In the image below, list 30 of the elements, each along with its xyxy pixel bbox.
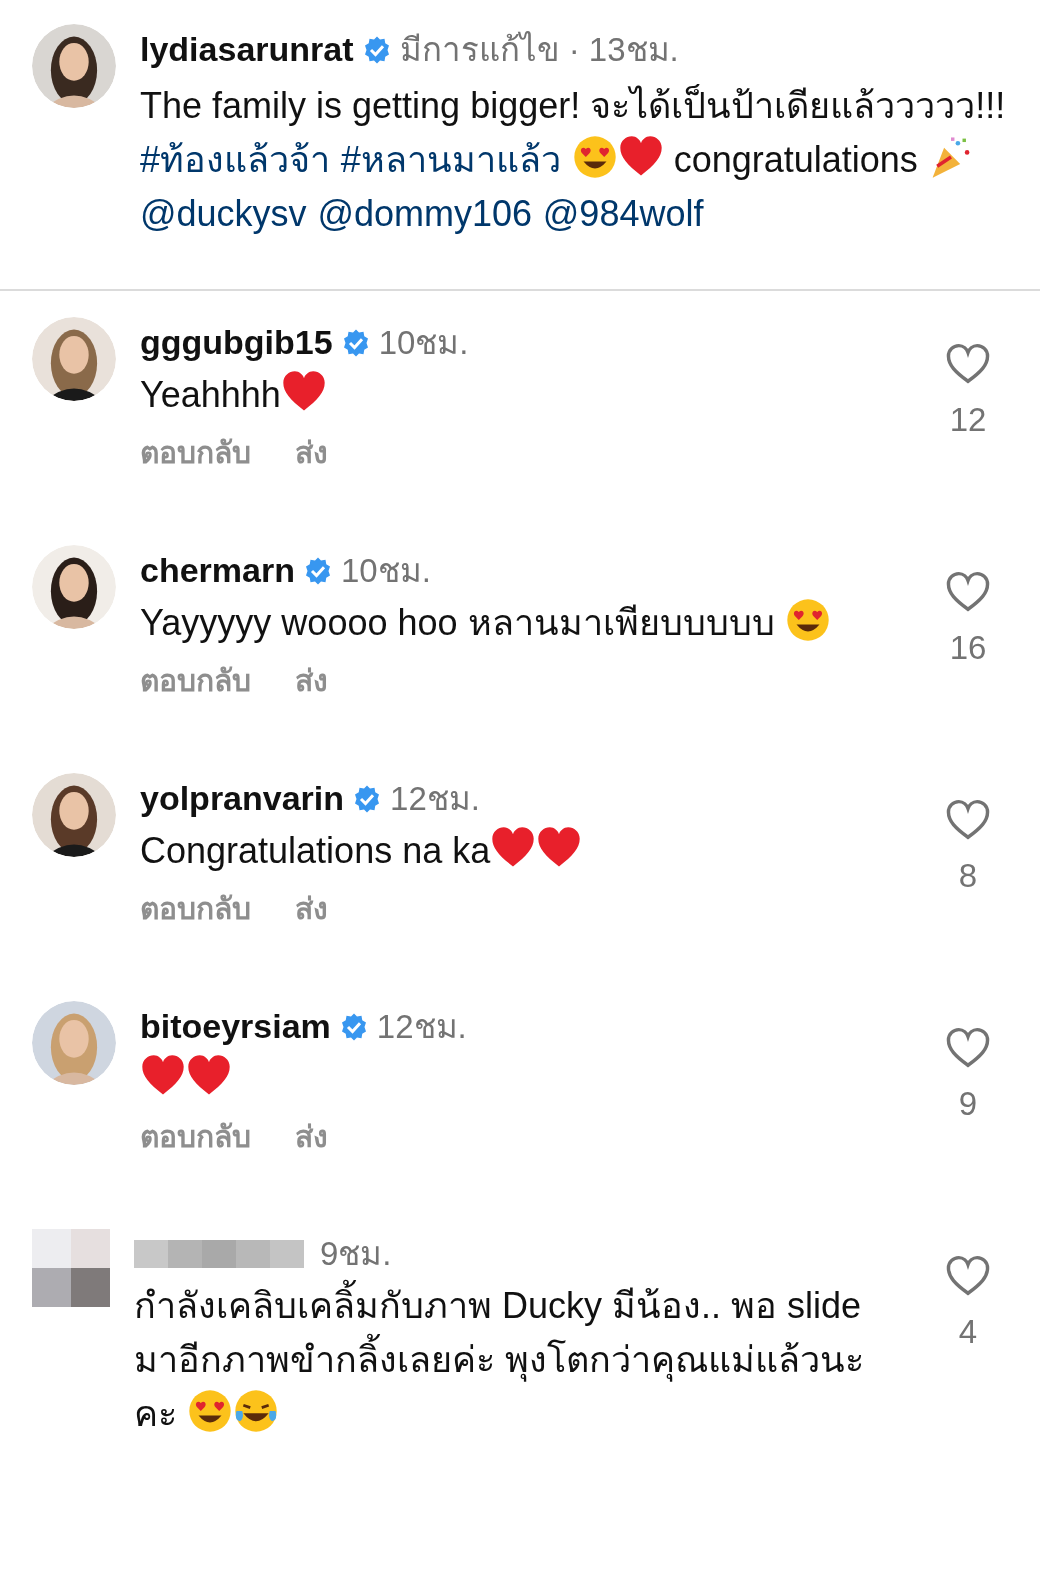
comment-time: 10ชม. [340,550,431,591]
username[interactable]: yolpranvarin [140,773,345,824]
username[interactable]: chermarn [140,545,295,596]
laughing-face-icon [233,1387,279,1434]
like-count: 8 [958,856,978,896]
heart-eyes-icon [571,134,618,180]
heart-eyes-icon [784,597,831,643]
comment-text: กำลังเคลิบเคลิ้มกับภาพ Ducky มีน้อง.. พอ slide มาอีกภาพขำกลิ้งเลยค่ะ พุงโตกว่าคุณแม่แล้วนะคะ [134,1278,896,1441]
hashtag-link[interactable]: @duckysv [140,193,307,234]
hashtag-link[interactable]: #ท้องแล้วจ้า [140,139,331,180]
heart-eyes-icon [187,1387,233,1434]
comment-time: 12ชม. [376,1006,467,1047]
comment-text: Yeahhhh [140,368,896,422]
hashtag-link[interactable]: @dommy106 [317,193,533,234]
like-count: 4 [958,1312,978,1352]
comment-time: 12ชม. [390,778,480,819]
comment-time: 9ชม. [320,1234,392,1274]
username[interactable]: lydiasarunrat [140,24,354,75]
hashtag-link[interactable]: @984wolf [542,193,704,234]
like-count: 9 [958,1084,978,1124]
like-count: 16 [949,628,987,668]
comment-text: Yayyyyy woooo hoo หลานมาเพียบบบบบ [140,596,896,650]
post-time: มีการแก้ไข · 13ชม. [399,29,679,70]
caption-text: The family is getting bigger! จะได้เป็นป้าเดียแล้ววววว!!! #ท้องแล้วจ้า #หลานมาแล้ว congratulations @duckysv @dommy106 @984wolf [140,83,1007,236]
like-count: 12 [949,400,987,440]
username[interactable]: bitoeyrsiam [140,1001,331,1052]
comment-text: Congratulations na ka [140,824,896,878]
username[interactable]: gggubgib15 [140,317,333,368]
hashtag-link[interactable]: #หลานมาแล้ว [340,139,561,180]
comment-time: 10ชม. [378,322,469,363]
